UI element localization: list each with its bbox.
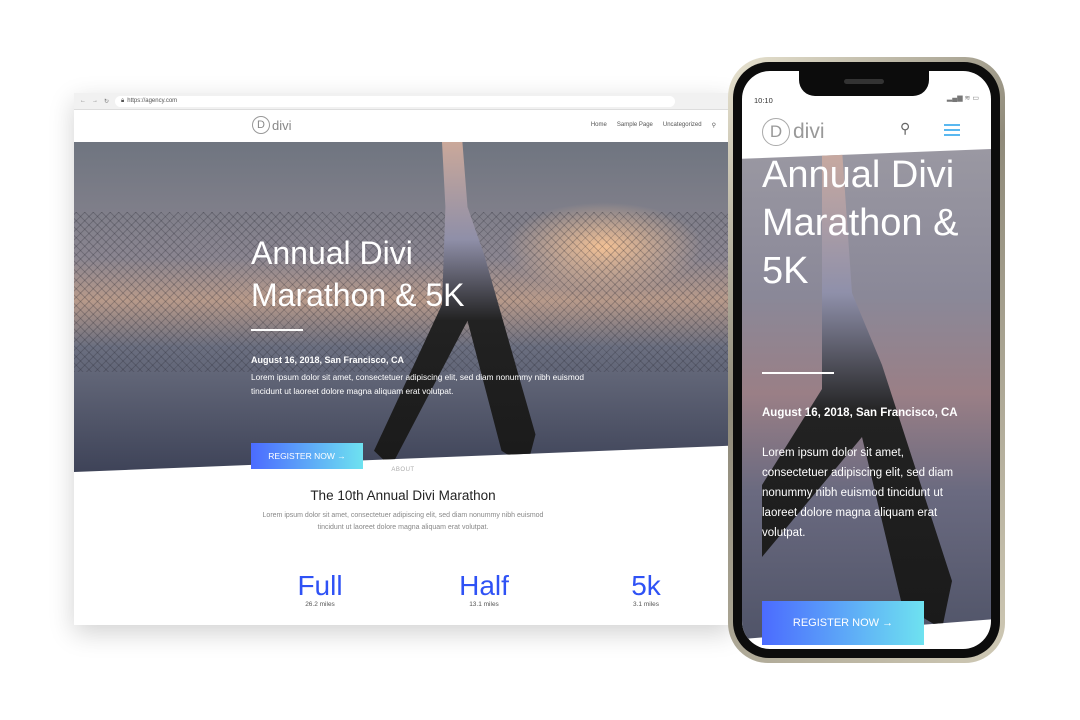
about-label: ABOUT	[391, 467, 415, 473]
stat-label: Half	[459, 570, 509, 601]
logo-mark: D	[762, 118, 790, 146]
desktop-browser-mockup: ← → ↻ 🔒︎ https://agency.com Ddivi Home Sa…	[74, 93, 732, 625]
mobile-hero-title: Annual Divi Marathon & 5K	[762, 154, 959, 292]
stat-full: Full 26.2 miles	[260, 570, 380, 609]
mobile-hero: Annual Divi Marathon & 5K	[742, 149, 991, 639]
logo-mark: D	[252, 116, 270, 134]
search-icon[interactable]: ⚲	[712, 122, 716, 129]
reload-icon[interactable]: ↻	[104, 98, 109, 105]
search-icon[interactable]: ⚲	[900, 120, 910, 137]
logo-text: divi	[793, 120, 825, 143]
mobile-header: Ddivi ⚲	[742, 106, 991, 151]
nav-uncategorized[interactable]: Uncategorized	[663, 122, 702, 129]
status-icons: ▂▄▆ ≋ ▭	[946, 95, 979, 102]
about-text: Lorem ipsum dolor sit amet, consectetuer…	[262, 512, 544, 531]
hero-text: Lorem ipsum dolor sit amet, consectetuer…	[251, 372, 584, 396]
phone-notch	[799, 71, 929, 96]
stat-distance: 13.1 miles	[469, 601, 499, 608]
logo-text: divi	[272, 117, 292, 133]
forward-icon[interactable]: →	[92, 98, 98, 104]
divi-logo[interactable]: Ddivi	[252, 116, 292, 134]
address-bar: ← → ↻ 🔒︎ https://agency.com	[74, 93, 732, 110]
nav-home[interactable]: Home	[591, 122, 607, 129]
main-nav: Home Sample Page Uncategorized ⚲	[591, 122, 716, 129]
about-title: The 10th Annual Divi Marathon	[310, 488, 496, 503]
hero-date: August 16, 2018, San Francisco, CA	[251, 355, 405, 365]
phone-screen: Annual Divi Marathon & 5K Ddivi ⚲ 10:10 …	[742, 71, 991, 649]
hero-title: Annual Divi Marathon & 5K	[251, 235, 465, 313]
hamburger-menu-icon[interactable]	[944, 124, 960, 139]
site-header: Ddivi Home Sample Page Uncategorized ⚲	[74, 110, 732, 142]
nav-sample-page[interactable]: Sample Page	[617, 122, 653, 129]
stat-distance: 26.2 miles	[305, 601, 335, 608]
hero-divider	[251, 329, 303, 331]
mobile-register-button[interactable]: REGISTER NOW →	[762, 601, 924, 645]
status-time: 10:10	[754, 96, 773, 105]
url-field[interactable]: 🔒︎ https://agency.com	[115, 95, 676, 107]
divi-logo[interactable]: Ddivi	[762, 118, 825, 146]
about-section: ABOUT The 10th Annual Divi Marathon Lore…	[74, 467, 732, 534]
lock-icon: 🔒︎	[121, 97, 125, 104]
url-text: https://agency.com	[127, 98, 178, 104]
hero-section: Annual Divi Marathon & 5K August 16, 201…	[74, 142, 732, 472]
phone-mockup: Annual Divi Marathon & 5K Ddivi ⚲ 10:10 …	[728, 57, 1005, 663]
stat-half: Half 13.1 miles	[424, 570, 544, 609]
mobile-hero-divider	[762, 372, 834, 374]
back-icon[interactable]: ←	[80, 98, 86, 104]
stat-5k: 5k 3.1 miles	[586, 570, 706, 609]
mobile-hero-text: Lorem ipsum dolor sit amet, consectetuer…	[762, 447, 954, 539]
stat-label: Full	[297, 570, 343, 601]
mobile-hero-date: August 16, 2018, San Francisco, CA	[762, 407, 958, 419]
register-button[interactable]: REGISTER NOW →	[251, 443, 363, 469]
stat-label: 5k	[631, 570, 661, 601]
stat-distance: 3.1 miles	[632, 601, 659, 608]
